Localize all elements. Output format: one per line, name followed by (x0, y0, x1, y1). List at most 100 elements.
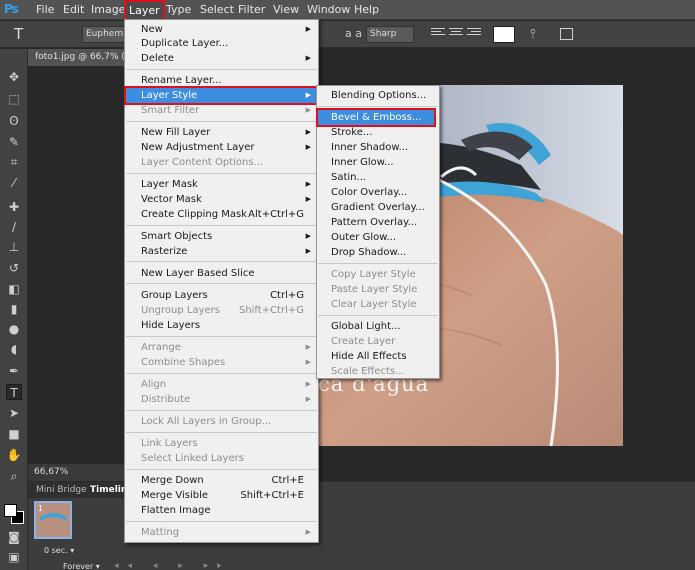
menu-separator (318, 315, 438, 316)
menu-item-vector-mask[interactable]: Vector Mask ▶ (126, 192, 317, 207)
type-tool-icon[interactable]: T (14, 25, 23, 43)
menu-image[interactable]: Image (91, 3, 125, 18)
submenu-arrow-icon: ▶ (305, 528, 311, 536)
blur-tool-icon[interactable]: ● (6, 321, 22, 337)
menu-type[interactable]: Type (166, 3, 191, 18)
menu-item-new[interactable]: New ▶ (126, 22, 317, 37)
menu-separator (126, 521, 317, 522)
loop-select[interactable]: Forever ▾ (63, 562, 100, 570)
healing-brush-tool-icon[interactable]: ✚ (6, 199, 22, 215)
text-color-swatch[interactable] (493, 26, 515, 43)
menu-item-link-layers: Link Layers (126, 436, 317, 451)
menu-view[interactable]: View (273, 3, 299, 18)
hand-tool-icon[interactable]: ✋ (6, 447, 22, 463)
align-right-icon[interactable] (467, 28, 481, 40)
style-item-copy-layer-style: Copy Layer Style (318, 267, 438, 282)
menu-item-merge-visible[interactable]: Merge Visible Shift+Ctrl+E (126, 488, 317, 503)
history-brush-tool-icon[interactable]: ↺ (6, 260, 22, 276)
style-item-bevel-and-emboss[interactable]: Bevel & Emboss... (316, 108, 436, 127)
menu-item-layer-mask[interactable]: Layer Mask ▶ (126, 177, 317, 192)
menu-item-duplicate-layer[interactable]: Duplicate Layer... (126, 36, 317, 51)
menu-item-new-layer-based-slice[interactable]: New Layer Based Slice (126, 266, 317, 281)
zoom-tool-icon[interactable]: ⌕ (6, 468, 22, 484)
style-item-blending-options[interactable]: Blending Options... (318, 88, 438, 103)
menu-item-delete[interactable]: Delete ▶ (126, 51, 317, 66)
dodge-tool-icon[interactable]: ◖ (6, 341, 22, 357)
style-item-clear-layer-style: Clear Layer Style (318, 297, 438, 312)
menu-item-label: New Fill Layer (141, 127, 211, 138)
menu-item-rename-layer[interactable]: Rename Layer... (126, 73, 317, 88)
menu-edit[interactable]: Edit (63, 3, 84, 18)
gradient-tool-icon[interactable]: ▮ (6, 301, 22, 317)
align-left-icon[interactable] (431, 28, 445, 40)
style-item-inner-shadow[interactable]: Inner Shadow... (318, 140, 438, 155)
menu-layer[interactable]: Layer (124, 0, 165, 21)
menu-item-label: Color Overlay... (331, 187, 408, 198)
menu-window[interactable]: Window (307, 3, 350, 18)
timeline-frame[interactable]: 1 (34, 501, 72, 539)
menu-item-label: Matting (141, 527, 180, 538)
menu-item-group-layers[interactable]: Group Layers Ctrl+G (126, 288, 317, 303)
lasso-tool-icon[interactable]: ʘ (6, 113, 22, 129)
style-item-color-overlay[interactable]: Color Overlay... (318, 185, 438, 200)
style-item-gradient-overlay[interactable]: Gradient Overlay... (318, 200, 438, 215)
submenu-arrow-icon: ▶ (305, 247, 311, 255)
menu-item-smart-filter: Smart Filter ▶ (126, 103, 317, 118)
zoom-level[interactable]: 66,67% (34, 467, 68, 477)
menu-item-label: Inner Glow... (331, 157, 394, 168)
style-item-outer-glow[interactable]: Outer Glow... (318, 230, 438, 245)
frame-delay-select[interactable]: 0 sec. ▾ (44, 546, 74, 555)
timeline-playback-controls[interactable]: ◂◂ ◂ ▸ ▸▸ (114, 561, 231, 570)
eraser-tool-icon[interactable]: ◧ (6, 281, 22, 297)
quick-select-tool-icon[interactable]: ✎ (6, 134, 22, 150)
menu-help[interactable]: Help (354, 3, 379, 18)
font-family-select[interactable]: Euphemia (82, 26, 131, 43)
eyedropper-tool-icon[interactable]: ⁄ (6, 175, 22, 191)
menu-item-rasterize[interactable]: Rasterize ▶ (126, 244, 317, 259)
marquee-tool-icon[interactable]: ⬚ (6, 91, 22, 107)
quick-mask-icon[interactable]: ◙ (6, 529, 22, 545)
style-item-stroke[interactable]: Stroke... (318, 125, 438, 140)
menu-item-flatten-image[interactable]: Flatten Image (126, 503, 317, 518)
menu-item-label: Scale Effects... (331, 366, 405, 377)
menu-item-label: Delete (141, 53, 174, 64)
style-item-inner-glow[interactable]: Inner Glow... (318, 155, 438, 170)
menu-item-layer-style[interactable]: Layer Style ▶ (124, 86, 319, 105)
style-item-drop-shadow[interactable]: Drop Shadow... (318, 245, 438, 260)
menu-item-label: New Layer Based Slice (141, 268, 255, 279)
pen-tool-icon[interactable]: ✒ (6, 363, 22, 379)
menu-select[interactable]: Select (200, 3, 234, 18)
style-item-hide-all-effects[interactable]: Hide All Effects (318, 349, 438, 364)
menu-file[interactable]: File (36, 3, 54, 18)
menu-item-hide-layers[interactable]: Hide Layers (126, 318, 317, 333)
menu-item-merge-down[interactable]: Merge Down Ctrl+E (126, 473, 317, 488)
screen-mode-icon[interactable]: ▣ (6, 549, 22, 565)
tab-mini-bridge[interactable]: Mini Bridge (36, 485, 87, 495)
menu-shortcut: Shift+Ctrl+E (240, 490, 304, 501)
submenu-arrow-icon: ▶ (305, 380, 311, 388)
character-panel-icon[interactable] (560, 28, 573, 40)
menu-item-new-fill-layer[interactable]: New Fill Layer ▶ (126, 125, 317, 140)
document-tab[interactable]: foto1.jpg @ 66,7% (M (28, 49, 128, 66)
path-selection-tool-icon[interactable]: ➤ (6, 405, 22, 421)
crop-tool-icon[interactable]: ⌗ (6, 154, 22, 170)
clone-stamp-tool-icon[interactable]: ⊥ (6, 239, 22, 255)
align-center-icon[interactable] (449, 28, 463, 40)
foreground-color-swatch[interactable] (4, 504, 17, 517)
rectangle-tool-icon[interactable]: ■ (6, 426, 22, 442)
menu-filter[interactable]: Filter (238, 3, 265, 18)
style-item-pattern-overlay[interactable]: Pattern Overlay... (318, 215, 438, 230)
menu-separator (126, 225, 317, 226)
warp-text-icon[interactable]: ⫯ (530, 27, 536, 44)
move-tool-icon[interactable]: ✥ (6, 69, 22, 85)
menu-item-label: Rasterize (141, 246, 188, 257)
menu-item-create-clipping-mask[interactable]: Create Clipping Mask Alt+Ctrl+G (126, 207, 317, 222)
brush-tool-icon[interactable]: ∕ (6, 219, 22, 235)
menu-item-new-adjustment-layer[interactable]: New Adjustment Layer ▶ (126, 140, 317, 155)
anti-alias-select[interactable]: Sharp (366, 26, 414, 43)
style-item-global-light[interactable]: Global Light... (318, 319, 438, 334)
style-item-satin[interactable]: Satin... (318, 170, 438, 185)
menu-item-smart-objects[interactable]: Smart Objects ▶ (126, 229, 317, 244)
type-tool-icon[interactable]: T (6, 384, 22, 400)
menu-item-label: Group Layers (141, 290, 208, 301)
